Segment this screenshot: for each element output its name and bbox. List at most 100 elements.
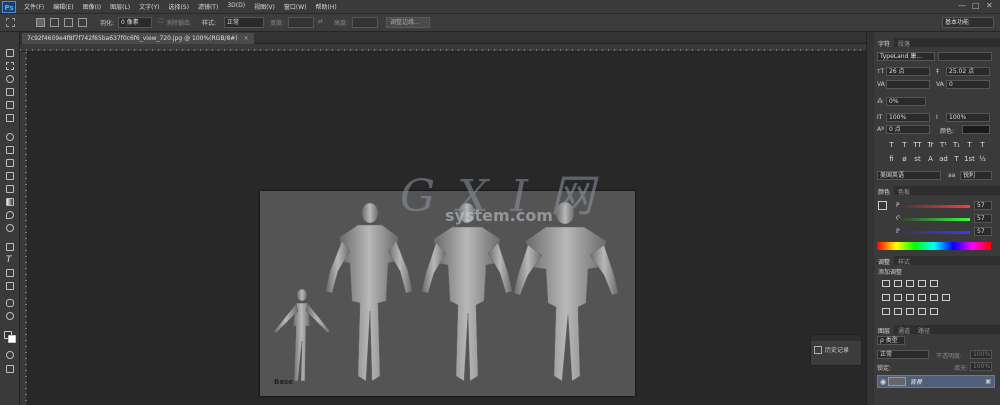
red-input[interactable]: 57 [974, 201, 992, 210]
antialias-select[interactable]: 锐利 [960, 171, 992, 180]
eraser-tool-icon[interactable] [4, 184, 16, 194]
blue-slider[interactable] [898, 231, 970, 234]
tab-styles[interactable]: 样式 [894, 256, 914, 266]
foreground-color-swatch[interactable] [878, 201, 887, 210]
tab-close-icon[interactable]: × [244, 35, 249, 42]
lasso-tool-icon[interactable] [4, 74, 16, 84]
hue-saturation-icon[interactable] [882, 294, 890, 301]
path-select-tool-icon[interactable] [4, 268, 16, 278]
maximize-button[interactable]: □ [972, 1, 980, 10]
curves-icon[interactable] [906, 280, 914, 287]
menu-layer[interactable]: 图层(L) [110, 2, 130, 11]
vertical-scale-input[interactable]: 100% [886, 113, 930, 122]
visibility-eye-icon[interactable]: ◉ [878, 378, 888, 386]
baseline-input[interactable]: 0 点 [886, 125, 930, 134]
invert-icon[interactable] [882, 308, 890, 315]
line-tool-icon[interactable] [4, 281, 16, 291]
menu-filter[interactable]: 滤镜(T) [198, 2, 218, 11]
font-style-select[interactable] [938, 52, 992, 61]
menu-3d[interactable]: 3D(D) [227, 2, 245, 11]
hand-tool-icon[interactable] [4, 298, 16, 308]
add-selection-icon[interactable] [50, 18, 59, 27]
move-tool-icon[interactable] [4, 48, 16, 58]
height-input[interactable] [352, 17, 378, 28]
stylistic-button[interactable]: st [912, 154, 923, 164]
close-button[interactable]: ✕ [986, 1, 993, 10]
alternates-button[interactable]: ad [938, 154, 949, 164]
menu-select[interactable]: 选择(S) [168, 2, 189, 11]
color-swatches-icon[interactable] [4, 330, 16, 343]
font-family-select[interactable]: TypeLand 康... [877, 52, 935, 61]
history-brush-tool-icon[interactable] [4, 171, 16, 181]
style-select[interactable]: 正常 [224, 17, 264, 28]
new-selection-icon[interactable] [36, 18, 45, 27]
faux-italic-button[interactable]: T [899, 140, 910, 150]
gradient-tool-icon[interactable] [4, 197, 16, 207]
menu-help[interactable]: 帮助(H) [316, 2, 337, 11]
ligature-button[interactable]: fi [886, 154, 897, 164]
pen-tool-icon[interactable] [4, 242, 16, 252]
faux-bold-button[interactable]: T [886, 140, 897, 150]
swap-icon[interactable]: ⇄ [318, 18, 323, 25]
subscript-button[interactable]: T₁ [951, 140, 962, 150]
language-select[interactable]: 美国英语 [877, 171, 941, 180]
underline-button[interactable]: T [964, 140, 975, 150]
vertical-scale-pct-input[interactable]: 0% [886, 97, 926, 106]
swash-button[interactable]: A [925, 154, 936, 164]
channel-mixer-icon[interactable] [930, 294, 938, 301]
layer-row-background[interactable]: ◉ 背景 ▣ [877, 375, 995, 388]
menu-image[interactable]: 图像(I) [83, 2, 101, 11]
vibrance-icon[interactable] [930, 280, 938, 287]
leading-input[interactable]: 25.02 点 [946, 67, 990, 76]
menu-view[interactable]: 视图(V) [254, 2, 275, 11]
menu-window[interactable]: 窗口(W) [284, 2, 307, 11]
tab-adjustments[interactable]: 调整 [874, 256, 895, 266]
subtract-selection-icon[interactable] [64, 18, 73, 27]
quick-select-tool-icon[interactable] [4, 87, 16, 97]
green-slider[interactable] [898, 218, 970, 221]
posterize-icon[interactable] [894, 308, 902, 315]
quick-mask-icon[interactable] [4, 350, 16, 360]
red-slider[interactable] [898, 205, 970, 208]
screen-mode-icon[interactable] [4, 364, 16, 374]
menu-file[interactable]: 文件(F) [24, 2, 44, 11]
horizontal-scale-input[interactable]: 100% [946, 113, 990, 122]
green-input[interactable]: 57 [974, 214, 992, 223]
dodge-tool-icon[interactable] [4, 223, 16, 233]
photo-filter-icon[interactable] [918, 294, 926, 301]
text-color-swatch[interactable] [962, 125, 990, 134]
width-input[interactable] [288, 17, 314, 28]
levels-icon[interactable] [894, 280, 902, 287]
tab-paths[interactable]: 路径 [914, 325, 934, 335]
crop-tool-icon[interactable] [4, 100, 16, 110]
font-size-input[interactable]: 26 点 [886, 67, 930, 76]
marquee-tool-icon[interactable] [4, 61, 16, 71]
tab-color[interactable]: 颜色 [874, 186, 895, 196]
fill-input[interactable]: 100% [970, 362, 992, 371]
discretionary-button[interactable]: ø [899, 154, 910, 164]
tracking-input[interactable]: 0 [946, 80, 990, 89]
feather-input[interactable]: 0 像素 [118, 17, 152, 28]
color-lookup-icon[interactable] [942, 294, 950, 301]
brightness-icon[interactable] [882, 280, 890, 287]
antialias-checkbox[interactable]: ☐ [158, 18, 163, 25]
tab-swatches[interactable]: 色板 [894, 186, 914, 196]
tab-character[interactable]: 字符 [874, 38, 895, 48]
brush-tool-icon[interactable] [4, 145, 16, 155]
small-caps-button[interactable]: Tr [925, 140, 936, 150]
selective-color-icon[interactable] [930, 308, 938, 315]
menu-edit[interactable]: 编辑(E) [53, 2, 73, 11]
healing-brush-tool-icon[interactable] [4, 132, 16, 142]
tab-paragraph[interactable]: 段落 [894, 38, 914, 48]
all-caps-button[interactable]: TT [912, 140, 923, 150]
type-tool-icon[interactable]: T [4, 255, 16, 265]
strikethrough-button[interactable]: T [977, 140, 988, 150]
document-tab[interactable]: 7c92f4609e4f8f7f742f65ba637f0c6f6_view_7… [22, 33, 254, 44]
superscript-button[interactable]: T¹ [938, 140, 949, 150]
menu-type[interactable]: 文字(Y) [139, 2, 159, 11]
marquee-preset-icon[interactable] [6, 18, 15, 27]
tab-channels[interactable]: 通道 [894, 325, 914, 335]
threshold-icon[interactable] [906, 308, 914, 315]
workspace-select[interactable]: 基本功能 [942, 17, 994, 28]
color-spectrum-bar[interactable] [877, 242, 991, 250]
